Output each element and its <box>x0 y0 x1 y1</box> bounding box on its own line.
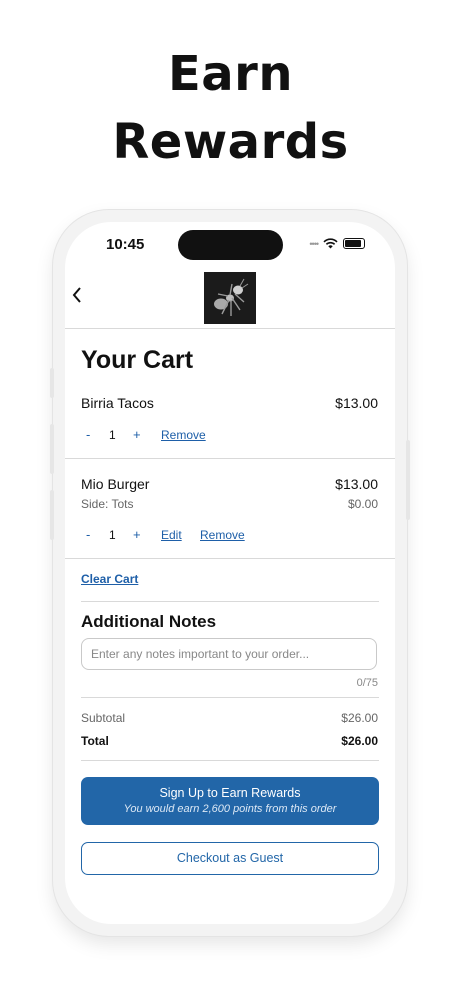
status-time: 10:45 <box>106 236 145 253</box>
sign-up-rewards-button[interactable]: Sign Up to Earn Rewards You would earn 2… <box>81 777 379 825</box>
total-value: $26.00 <box>341 734 378 748</box>
item-divider <box>65 558 395 559</box>
remove-item-button[interactable]: Remove <box>200 528 245 542</box>
dynamic-island <box>178 230 283 260</box>
chevron-left-icon[interactable] <box>71 284 83 310</box>
headline-line-1: Earn <box>167 46 294 102</box>
headline: Earn Rewards <box>0 40 461 176</box>
section-divider <box>81 601 379 602</box>
quantity-value: 1 <box>109 528 116 542</box>
headline-line-2: Rewards <box>112 114 349 170</box>
clear-cart-button[interactable]: Clear Cart <box>81 572 138 586</box>
item-divider <box>65 458 395 459</box>
increase-quantity-button[interactable]: + <box>133 427 141 442</box>
notes-title: Additional Notes <box>81 612 217 631</box>
total-label: Total <box>81 734 109 748</box>
notes-char-counter: 0/75 <box>356 677 378 689</box>
phone-side-button <box>50 368 54 398</box>
rewards-points-note: You would earn 2,600 points from this or… <box>123 803 337 815</box>
ant-logo-icon <box>214 278 249 316</box>
cart-item-side-price: $0.00 <box>347 497 378 511</box>
app-screen: 10:45 •••• Your Cart Birria Tacos $13.00… <box>65 222 395 924</box>
notes-input[interactable] <box>81 638 377 670</box>
cart-item-price: $13.00 <box>335 476 378 492</box>
subtotal-value: $26.00 <box>341 711 378 725</box>
cart-item-price: $13.00 <box>335 395 378 411</box>
remove-item-button[interactable]: Remove <box>161 428 206 442</box>
cart-item-side: Side: Tots <box>81 497 134 511</box>
cart-item-name: Mio Burger <box>81 476 150 492</box>
wifi-icon <box>323 238 338 249</box>
phone-volume-down-button <box>50 490 54 540</box>
edit-item-button[interactable]: Edit <box>161 528 182 542</box>
cart-item-name: Birria Tacos <box>81 395 154 411</box>
restaurant-logo <box>204 272 256 324</box>
decrease-quantity-button[interactable]: - <box>86 427 90 442</box>
quantity-value: 1 <box>109 428 116 442</box>
signal-icon: •••• <box>309 238 319 249</box>
battery-icon <box>343 238 365 249</box>
phone-frame: 10:45 •••• Your Cart Birria Tacos $13.00… <box>50 210 410 936</box>
subtotal-label: Subtotal <box>81 711 126 725</box>
section-divider <box>81 760 379 761</box>
section-divider <box>81 697 379 698</box>
decrease-quantity-button[interactable]: - <box>86 527 90 542</box>
increase-quantity-button[interactable]: + <box>133 527 141 542</box>
sign-up-rewards-label: Sign Up to Earn Rewards <box>159 786 301 800</box>
status-icons: •••• <box>309 238 365 249</box>
page-title: Your Cart <box>81 346 194 374</box>
header-divider <box>65 328 395 329</box>
checkout-guest-button[interactable]: Checkout as Guest <box>81 842 379 875</box>
phone-volume-up-button <box>50 424 54 474</box>
phone-power-button <box>406 440 410 520</box>
